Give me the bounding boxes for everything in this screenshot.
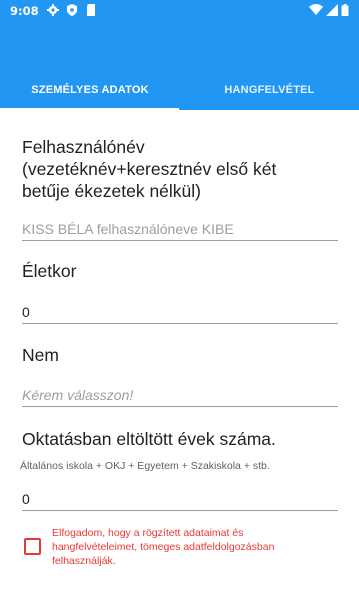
sdcard-icon <box>87 4 95 16</box>
tab-personal-data[interactable]: SZEMÉLYES ADATOK <box>0 70 180 110</box>
consent-text: Elfogadom, hogy a rögzített adataimat és… <box>52 526 342 568</box>
username-label-line: betűje ékezetek nélkül) <box>22 181 201 201</box>
gender-label: Nem <box>22 345 59 365</box>
signal-icon <box>326 4 338 16</box>
battery-icon <box>341 4 349 16</box>
username-label-line: (vezetéknév+keresztnév első két <box>22 159 277 179</box>
age-label: Életkor <box>22 261 77 281</box>
shield-icon <box>67 4 77 16</box>
gender-picker[interactable]: Kérem válasszon! <box>22 384 338 407</box>
username-label: Felhasználónév (vezetéknév+keresztnév el… <box>22 136 276 202</box>
status-bar: 9:08 <box>0 0 359 22</box>
username-input[interactable]: KISS BÉLA felhasználóneve KIBE <box>22 218 338 241</box>
consent-checkbox[interactable] <box>24 538 41 555</box>
consent-text-line: felhasználják. <box>52 555 116 567</box>
age-input[interactable]: 0 <box>22 301 338 324</box>
tab-recording[interactable]: HANGFELVÉTEL <box>180 70 359 110</box>
wifi-icon <box>309 4 323 15</box>
consent-text-line: Elfogadom, hogy a rögzített adataimat és <box>52 527 244 539</box>
education-input[interactable]: 0 <box>22 488 338 511</box>
education-label: Oktatásban eltöltött évek száma. <box>22 429 276 449</box>
tab-bar: SZEMÉLYES ADATOK HANGFELVÉTEL <box>0 70 359 110</box>
education-hint: Általános iskola + OKJ + Egyetem + Szaki… <box>20 460 270 472</box>
status-time: 9:08 <box>10 4 39 18</box>
consent-text-line: hangfelvételeimet, tömeges adatfeldolgoz… <box>52 541 275 553</box>
gear-icon <box>47 4 59 16</box>
tab-indicator <box>0 108 179 111</box>
username-label-line: Felhasználónév <box>22 137 145 157</box>
